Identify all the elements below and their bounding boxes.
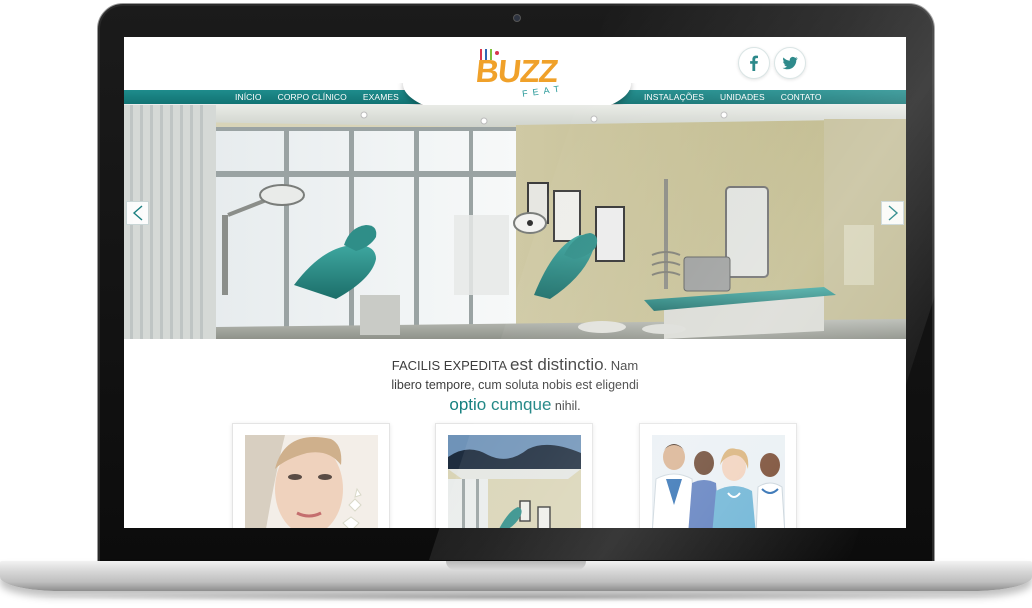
woman-face-image	[245, 435, 378, 528]
nav-item-instalacoes[interactable]: INSTALAÇÕES	[636, 90, 712, 104]
facebook-button[interactable]	[738, 47, 770, 79]
nav-item-unidades[interactable]: UNIDADES	[712, 90, 773, 104]
website-screen: INÍCIO CORPO CLÍNICO EXAMES INSTALAÇÕES …	[124, 37, 906, 528]
nav-item-corpo-clinico[interactable]: CORPO CLÍNICO	[270, 90, 355, 104]
intro-highlight: optio cumque	[449, 395, 552, 414]
laptop-notch	[446, 561, 586, 570]
room-image	[448, 435, 581, 528]
card-image-room	[448, 435, 581, 528]
nav-item-exames[interactable]: EXAMES	[355, 90, 407, 104]
intro-tail: . Nam	[603, 358, 639, 373]
site-logo[interactable]: BUZZ FEAT	[474, 46, 565, 106]
laptop-mockup: INÍCIO CORPO CLÍNICO EXAMES INSTALAÇÕES …	[0, 0, 1032, 608]
twitter-icon	[782, 56, 798, 70]
doctors-image	[652, 435, 785, 528]
intro-emphasis: est distinctio	[510, 355, 604, 374]
hero-slider[interactable]	[124, 105, 906, 339]
nav-right: INSTALAÇÕES UNIDADES CONTATO	[636, 90, 830, 104]
nav-left: INÍCIO CORPO CLÍNICO EXAMES	[227, 90, 407, 104]
card-image-doctors	[652, 435, 785, 528]
nav-item-contato[interactable]: CONTATO	[773, 90, 830, 104]
intro-caps: FACILIS EXPEDITA	[391, 358, 507, 373]
intro-line-2: libero tempore, cum soluta nobis est eli…	[391, 378, 639, 392]
facebook-icon	[750, 55, 758, 71]
logo-wordmark: BUZZ	[474, 53, 560, 89]
intro-end: nihil.	[554, 399, 581, 413]
twitter-button[interactable]	[774, 47, 806, 79]
nav-item-inicio[interactable]: INÍCIO	[227, 90, 270, 104]
feature-card-3[interactable]	[639, 423, 797, 528]
site-header: INÍCIO CORPO CLÍNICO EXAMES INSTALAÇÕES …	[124, 37, 906, 121]
feature-card-1[interactable]	[232, 423, 390, 528]
slider-prev-button[interactable]	[126, 201, 149, 225]
chevron-left-icon	[132, 205, 142, 221]
feature-card-2[interactable]	[435, 423, 593, 528]
slider-next-button[interactable]	[881, 201, 904, 225]
slide-image-clinic	[124, 105, 906, 339]
social-links	[738, 47, 806, 79]
intro-line-3: optio cumque nihil.	[124, 394, 906, 417]
card-image-woman	[245, 435, 378, 528]
intro-text: FACILIS EXPEDITA est distinctio. Nam lib…	[124, 355, 906, 417]
intro-line-1: FACILIS EXPEDITA est distinctio. Nam	[124, 355, 906, 376]
laptop-shadow	[20, 592, 1012, 602]
chevron-right-icon	[888, 205, 898, 221]
webcam	[513, 14, 521, 22]
